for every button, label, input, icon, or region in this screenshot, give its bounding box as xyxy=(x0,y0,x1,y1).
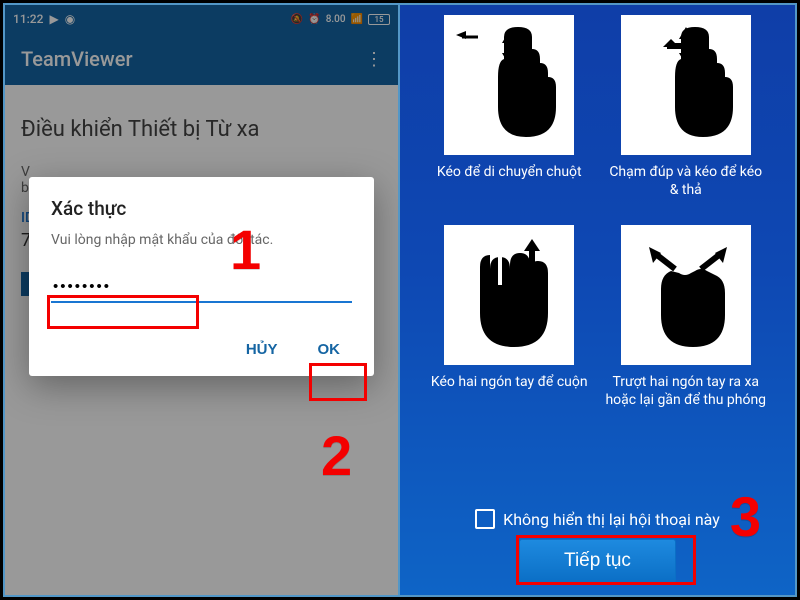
gesture-drag-drop: Chạm đúp và kéo để kéo & thả xyxy=(605,15,768,215)
ok-button[interactable]: OK xyxy=(308,333,351,366)
annotation-number-3: 3 xyxy=(730,484,761,549)
right-screenshot: Kéo để di chuyển chuột xyxy=(400,5,795,595)
gesture-scroll: Kéo hai ngón tay để cuộn xyxy=(428,225,591,425)
annotation-number-1: 1 xyxy=(230,217,261,282)
annotation-box-ok xyxy=(309,363,367,401)
checkbox-icon[interactable] xyxy=(475,509,495,529)
gesture-label: Kéo hai ngón tay để cuộn xyxy=(431,373,588,425)
gesture-label: Trượt hai ngón tay ra xa hoặc lại gần để… xyxy=(605,373,768,425)
gesture-label: Kéo để di chuyển chuột xyxy=(437,163,582,215)
dialog-title: Xác thực xyxy=(51,197,352,220)
dont-show-label: Không hiển thị lại hội thoại này xyxy=(503,510,720,529)
gesture-zoom: Trượt hai ngón tay ra xa hoặc lại gần để… xyxy=(605,225,768,425)
hand-tap-drag-icon xyxy=(631,25,741,145)
gesture-move-mouse: Kéo để di chuyển chuột xyxy=(428,15,591,215)
hand-two-finger-scroll-icon xyxy=(454,235,564,355)
left-screenshot: 11:22 ▶ ◉ 🔕 ⏰ 8.00 📶 15 TeamViewer ⋮ Điề… xyxy=(5,5,400,595)
auth-dialog: Xác thực Vui lòng nhập mật khẩu của đối … xyxy=(29,177,374,376)
dialog-message: Vui lòng nhập mật khẩu của đối tác. xyxy=(51,232,352,248)
annotation-box-password xyxy=(47,295,199,329)
cancel-button[interactable]: HỦY xyxy=(236,333,288,366)
annotation-box-continue xyxy=(516,535,696,585)
annotation-number-2: 2 xyxy=(321,423,352,488)
dont-show-again[interactable]: Không hiển thị lại hội thoại này xyxy=(475,509,720,529)
gesture-label: Chạm đúp và kéo để kéo & thả xyxy=(605,163,768,215)
hand-pinch-zoom-icon xyxy=(631,235,741,355)
hand-one-finger-move-icon xyxy=(454,25,564,145)
